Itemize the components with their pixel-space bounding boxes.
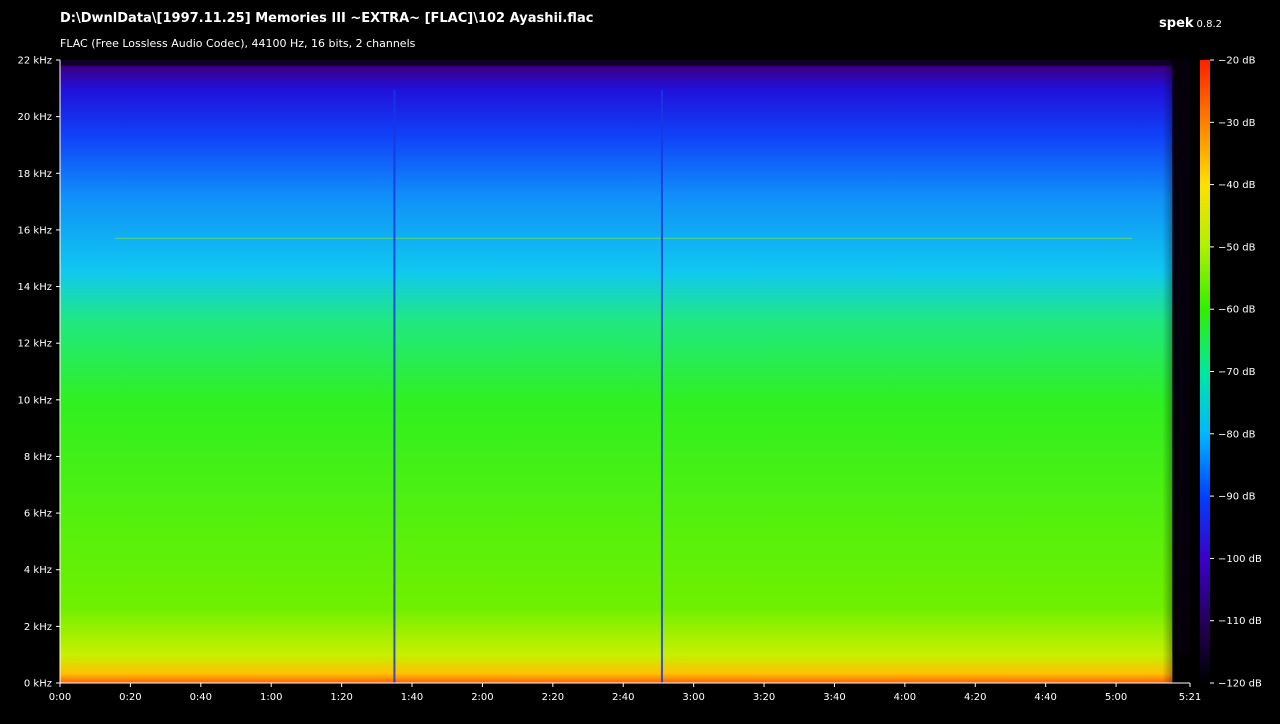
y-tick-label: 10 kHz: [18, 395, 52, 406]
y-tick-label: 0 kHz: [24, 679, 52, 690]
x-tick-label: 2:20: [542, 692, 564, 703]
x-tick-label: 2:00: [471, 692, 493, 703]
x-tick-label: 2:40: [612, 692, 634, 703]
x-tick-label: 5:21: [1179, 692, 1201, 703]
y-tick-label: 16 kHz: [18, 225, 52, 236]
spectrogram-plot: [60, 60, 1190, 683]
silence-region: [1172, 60, 1190, 653]
x-tick-label: 3:40: [823, 692, 845, 703]
x-tick-label: 4:00: [894, 692, 916, 703]
colorbar-tick-label: −80 dB: [1218, 429, 1256, 440]
y-tick-label: 20 kHz: [18, 112, 52, 123]
colorbar-tick-label: −120 dB: [1218, 679, 1262, 690]
colorbar-gradient: [1200, 60, 1210, 683]
y-tick-label: 2 kHz: [24, 622, 52, 633]
y-tick-label: 8 kHz: [24, 452, 52, 463]
colorbar-tick-label: −40 dB: [1218, 180, 1256, 191]
spectrogram-chart: 0:00 0:20 0:40 1:00 1:20 1:40 2:00 2:20 2:40 3:00…: [18, 56, 1262, 704]
colorbar-tick-label: −100 dB: [1218, 554, 1262, 565]
x-tick-label: 3:20: [753, 692, 775, 703]
colorbar-tick-label: −60 dB: [1218, 305, 1256, 316]
y-axis: 0 kHz 2 kHz 4 kHz 6 kHz 8 kHz 10 kHz 12 kHz 14 …: [18, 56, 60, 690]
y-tick-label: 22 kHz: [18, 56, 52, 67]
x-tick-label: 0:20: [119, 692, 141, 703]
colorbar-tick-label: −30 dB: [1218, 118, 1256, 129]
x-tick-label: 1:20: [330, 692, 352, 703]
colorbar-tick-label: −70 dB: [1218, 367, 1256, 378]
colorbar-tick-label: −90 dB: [1218, 492, 1256, 503]
x-tick-label: 3:00: [682, 692, 704, 703]
y-tick-label: 12 kHz: [18, 339, 52, 350]
y-tick-label: 14 kHz: [18, 282, 52, 293]
colorbar: [1200, 60, 1210, 683]
x-tick-label: 0:40: [190, 692, 212, 703]
colorbar-tick-label: −20 dB: [1218, 56, 1256, 67]
x-tick-label: 4:20: [964, 692, 986, 703]
x-tick-label: 1:00: [260, 692, 282, 703]
y-tick-label: 4 kHz: [24, 565, 52, 576]
colorbar-axis: −20 dB −30 dB −40 dB −50 dB −60 dB −70 dB −80 …: [1210, 56, 1262, 690]
x-tick-label: 4:40: [1034, 692, 1056, 703]
x-tick-label: 0:00: [49, 692, 71, 703]
colorbar-tick-label: −110 dB: [1218, 616, 1262, 627]
colorbar-tick-label: −50 dB: [1218, 242, 1256, 253]
x-tick-label: 1:40: [401, 692, 423, 703]
y-tick-label: 6 kHz: [24, 509, 52, 520]
y-tick-label: 18 kHz: [18, 169, 52, 180]
x-tick-label: 5:00: [1105, 692, 1127, 703]
spectrogram-field: [60, 60, 1173, 683]
lowpass-region: [60, 60, 1173, 66]
